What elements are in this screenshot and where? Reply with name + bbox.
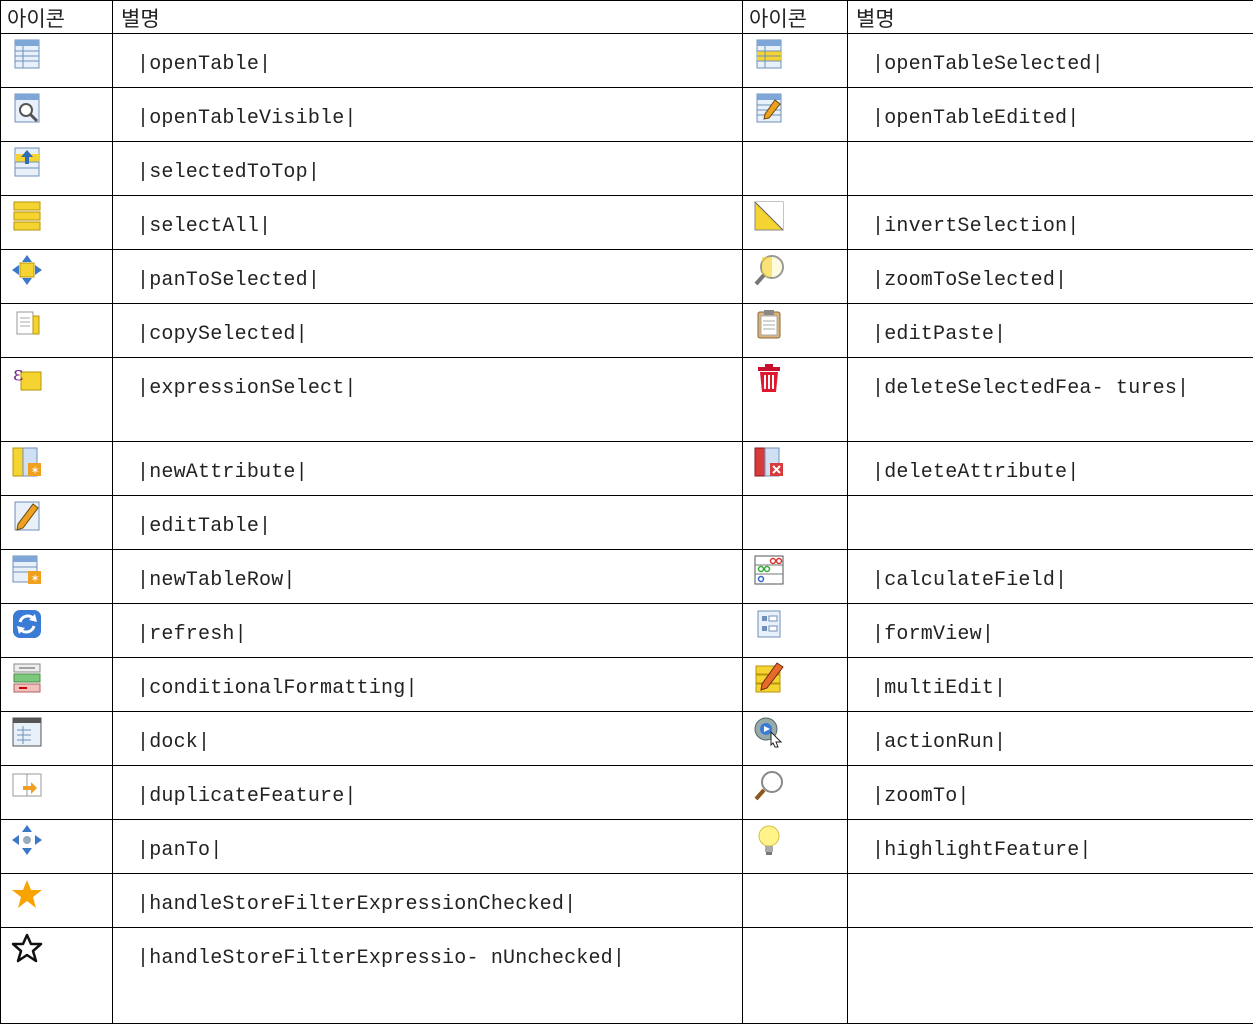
alias-cell: |openTableVisible| (113, 88, 743, 142)
alias-cell: |copySelected| (113, 304, 743, 358)
alias-cell: |dock| (113, 712, 743, 766)
table-row: ε |expressionSelect| |deleteSelectedFea-… (1, 358, 1253, 442)
table-row: |dock| |actionRun| (1, 712, 1253, 766)
alias-cell: |newAttribute| (113, 442, 743, 496)
open-table-selected-icon (753, 38, 785, 70)
alias-cell: |handleStoreFilterExpressio- nUnchecked| (113, 928, 743, 1024)
highlight-feature-icon (753, 824, 785, 856)
conditional-formatting-icon (11, 662, 43, 694)
copy-selected-icon (11, 308, 43, 340)
alias-cell: |expressionSelect| (113, 358, 743, 442)
table-row: |conditionalFormatting| |multiEdit| (1, 658, 1253, 712)
table-row: |handleStoreFilterExpressio- nUnchecked| (1, 928, 1253, 1024)
open-table-edited-icon (753, 92, 785, 124)
alias-cell: |editPaste| (848, 304, 1253, 358)
select-all-icon (11, 200, 43, 232)
alias-table: 아이콘 별명 아이콘 별명 |openTable| |openTableSele… (0, 0, 1253, 1024)
alias-cell: |deleteSelectedFea- tures| (848, 358, 1253, 442)
refresh-icon (11, 608, 43, 640)
table-row: |openTableVisible| |openTableEdited| (1, 88, 1253, 142)
table-row: |panToSelected| |zoomToSelected| (1, 250, 1253, 304)
alias-cell (848, 874, 1253, 928)
table-row: |refresh| |formView| (1, 604, 1253, 658)
svg-text:✶: ✶ (31, 464, 40, 477)
alias-cell: |conditionalFormatting| (113, 658, 743, 712)
table-row: |selectAll| |invertSelection| (1, 196, 1253, 250)
table-row: |handleStoreFilterExpressionChecked| (1, 874, 1253, 928)
table-row: ✶ |newAttribute| |deleteAttribute| (1, 442, 1253, 496)
alias-cell (848, 142, 1253, 196)
star-outline-icon (11, 932, 43, 964)
new-attribute-icon: ✶ (11, 446, 43, 478)
table-row: |selectedToTop| (1, 142, 1253, 196)
svg-text:✶: ✶ (31, 572, 40, 585)
dock-icon (11, 716, 43, 748)
pan-to-selected-icon (11, 254, 43, 286)
alias-cell: |newTableRow| (113, 550, 743, 604)
pan-to-icon (11, 824, 43, 856)
alias-cell: |zoomTo| (848, 766, 1253, 820)
open-table-icon (11, 38, 43, 70)
open-table-visible-icon (11, 92, 43, 124)
header-icon: 아이콘 (1, 1, 113, 34)
alias-cell: |zoomToSelected| (848, 250, 1253, 304)
selected-to-top-icon (11, 146, 43, 178)
alias-cell: |invertSelection| (848, 196, 1253, 250)
table-row: ✶ |newTableRow| |calculateField| (1, 550, 1253, 604)
alias-cell: |duplicateFeature| (113, 766, 743, 820)
zoom-to-selected-icon (753, 254, 785, 286)
star-filled-icon (11, 878, 43, 910)
alias-cell: |editTable| (113, 496, 743, 550)
delete-selected-features-icon (753, 362, 785, 394)
alias-cell (848, 928, 1253, 1024)
alias-cell: |openTable| (113, 34, 743, 88)
table-row: |copySelected| |editPaste| (1, 304, 1253, 358)
duplicate-feature-icon (11, 770, 43, 802)
edit-table-icon (11, 500, 43, 532)
table-row: |duplicateFeature| |zoomTo| (1, 766, 1253, 820)
header-row: 아이콘 별명 아이콘 별명 (1, 1, 1253, 34)
alias-cell: |refresh| (113, 604, 743, 658)
header-alias: 별명 (113, 1, 743, 34)
alias-cell: |openTableSelected| (848, 34, 1253, 88)
alias-cell: |openTableEdited| (848, 88, 1253, 142)
multi-edit-icon (753, 662, 785, 694)
alias-cell: |formView| (848, 604, 1253, 658)
header-icon: 아이콘 (743, 1, 848, 34)
alias-cell: |panTo| (113, 820, 743, 874)
zoom-to-icon (753, 770, 785, 802)
alias-cell: |selectAll| (113, 196, 743, 250)
new-table-row-icon: ✶ (11, 554, 43, 586)
expression-select-icon: ε (11, 362, 43, 394)
alias-cell: |calculateField| (848, 550, 1253, 604)
calculate-field-icon (753, 554, 785, 586)
alias-cell: |panToSelected| (113, 250, 743, 304)
form-view-icon (753, 608, 785, 640)
alias-cell: |highlightFeature| (848, 820, 1253, 874)
header-alias: 별명 (848, 1, 1253, 34)
svg-text:ε: ε (13, 362, 23, 385)
table-row: |panTo| |highlightFeature| (1, 820, 1253, 874)
invert-selection-icon (753, 200, 785, 232)
table-row: |openTable| |openTableSelected| (1, 34, 1253, 88)
alias-cell: |deleteAttribute| (848, 442, 1253, 496)
alias-cell: |selectedToTop| (113, 142, 743, 196)
edit-paste-icon (753, 308, 785, 340)
alias-cell: |actionRun| (848, 712, 1253, 766)
action-run-icon (753, 716, 785, 748)
alias-cell: |multiEdit| (848, 658, 1253, 712)
alias-cell: |handleStoreFilterExpressionChecked| (113, 874, 743, 928)
table-row: |editTable| (1, 496, 1253, 550)
alias-cell (848, 496, 1253, 550)
delete-attribute-icon (753, 446, 785, 478)
